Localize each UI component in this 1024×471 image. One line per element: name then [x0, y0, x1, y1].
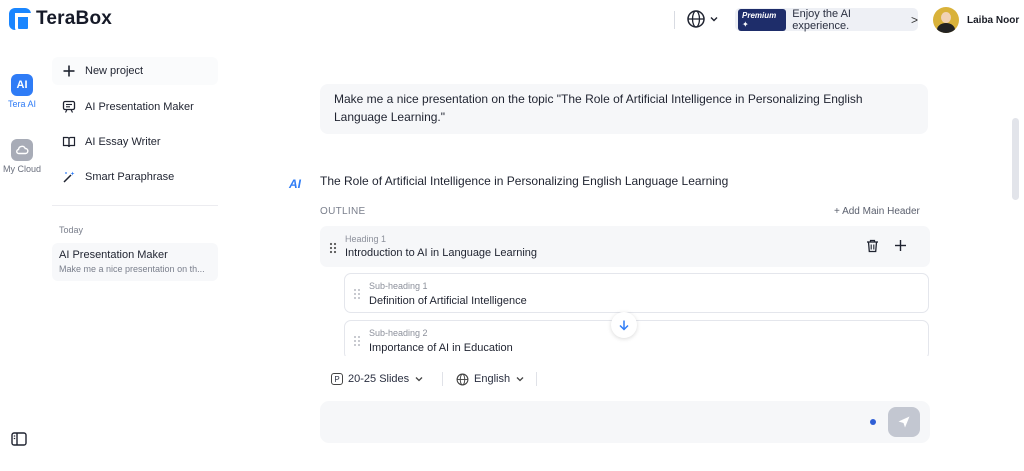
sidebar-item-label: AI Essay Writer [85, 136, 161, 148]
page-scrollbar[interactable] [1012, 118, 1019, 200]
heading-input[interactable]: Introduction to AI in Language Learning [345, 247, 537, 259]
left-rail: AI Tera AI My Cloud [0, 38, 44, 471]
sidebar-item-label: New project [85, 65, 144, 77]
options-divider [536, 372, 537, 386]
subheading-label: Sub-heading 1 [369, 281, 428, 291]
terabox-logo[interactable]: TeraBox [9, 8, 113, 32]
send-button[interactable] [888, 407, 920, 437]
brand-name: TeraBox [36, 8, 113, 29]
sidebar-item-ai-presentation-maker[interactable]: AI Presentation Maker [52, 93, 218, 121]
outline-label: OUTLINE [320, 206, 366, 217]
slides-icon: P [331, 373, 343, 385]
header-divider [674, 11, 675, 29]
rail-label: My Cloud [2, 164, 41, 174]
app-window: TeraBox Premium ✦ Enjoy the AI experienc… [0, 0, 1024, 471]
language-value: English [474, 373, 511, 385]
tera-ai-icon: AI [11, 74, 33, 96]
drag-handle-icon[interactable] [329, 242, 337, 254]
arrow-down-icon [619, 320, 629, 331]
sidebar-item-smart-paraphrase[interactable]: Smart Paraphrase [52, 163, 218, 191]
sidebar-item-new-project[interactable]: New project [52, 57, 218, 85]
premium-promo-banner[interactable]: Premium ✦ Enjoy the AI experience. > [735, 7, 918, 32]
user-profile[interactable]: Laiba Noor [933, 7, 1019, 33]
response-title: The Role of Artificial Intelligence in P… [320, 174, 729, 188]
promo-text: Enjoy the AI experience. [792, 7, 851, 32]
rail-item-tera-ai[interactable]: AI Tera AI [0, 74, 44, 109]
sidebar-item-ai-essay-writer[interactable]: AI Essay Writer [52, 128, 218, 156]
sidebar-panel: New project AI Presentation Maker AI Ess… [52, 55, 218, 471]
sidebar-toggle-icon [11, 432, 27, 446]
user-prompt-bubble: Make me a nice presentation on the topic… [320, 84, 928, 134]
add-subheading-button[interactable] [894, 239, 907, 257]
delete-heading-button[interactable] [866, 239, 879, 258]
drag-handle-icon[interactable] [353, 288, 361, 300]
chevron-right-icon: > [910, 12, 918, 27]
sidebar-item-label: Smart Paraphrase [85, 171, 175, 183]
ai-logo-icon: AI [289, 177, 301, 191]
status-dot [870, 419, 876, 425]
subheading-card: Sub-heading 1 Definition of Artificial I… [344, 273, 929, 313]
plus-icon [895, 240, 906, 251]
slides-count-value: 20-25 Slides [348, 373, 410, 385]
options-divider [442, 372, 443, 386]
cloud-icon [11, 139, 33, 161]
history-item[interactable]: AI Presentation Maker Make me a nice pre… [52, 243, 218, 281]
rail-label: Tera AI [7, 99, 36, 109]
chevron-down-icon [516, 377, 524, 382]
book-icon [62, 136, 76, 148]
history-item-subtitle: Make me a nice presentation on th... [59, 264, 205, 274]
slides-count-dropdown[interactable]: P 20-25 Slides [331, 369, 424, 389]
chevron-down-icon [415, 377, 423, 382]
language-switcher[interactable] [686, 9, 719, 29]
terabox-logo-icon [9, 8, 31, 32]
heading-label: Heading 1 [345, 234, 387, 244]
message-input[interactable] [334, 413, 854, 431]
send-icon [898, 416, 910, 428]
subheading-input[interactable]: Definition of Artificial Intelligence [369, 295, 527, 307]
language-dropdown[interactable]: English [456, 369, 525, 389]
user-name: Laiba Noor [967, 14, 1020, 26]
magic-wand-icon [63, 171, 75, 183]
drag-handle-icon[interactable] [353, 335, 361, 347]
scroll-down-button[interactable] [611, 312, 637, 338]
trash-icon [867, 239, 878, 253]
message-composer [320, 401, 930, 443]
chevron-down-icon [710, 17, 718, 22]
top-header: TeraBox Premium ✦ Enjoy the AI experienc… [0, 0, 1024, 38]
globe-icon [687, 10, 705, 28]
globe-icon [456, 373, 469, 385]
add-main-header-button[interactable]: + Add Main Header [834, 206, 920, 217]
subheading-label: Sub-heading 2 [369, 328, 428, 338]
sidebar-divider [52, 205, 218, 206]
history-group-label: Today [59, 225, 84, 235]
toggle-sidebar-button[interactable] [10, 430, 28, 448]
sidebar-item-label: AI Presentation Maker [85, 101, 194, 113]
rail-item-my-cloud[interactable]: My Cloud [0, 139, 44, 174]
avatar [933, 7, 959, 33]
premium-badge: Premium ✦ [738, 8, 787, 31]
heading-card: Heading 1 Introduction to AI in Language… [320, 226, 930, 267]
plus-icon [63, 65, 75, 77]
history-item-title: AI Presentation Maker [59, 249, 168, 261]
subheading-input[interactable]: Importance of AI in Education [369, 342, 513, 354]
presentation-icon [62, 100, 76, 113]
